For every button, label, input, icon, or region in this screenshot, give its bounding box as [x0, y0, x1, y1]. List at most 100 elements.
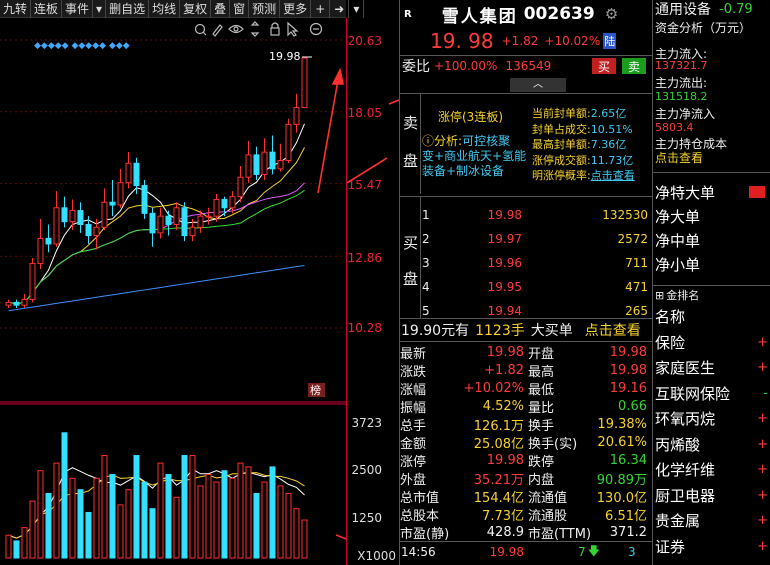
analysis-concept[interactable]: 可控核聚: [462, 134, 510, 148]
cost-link[interactable]: 点击查看: [655, 149, 703, 166]
candle: [101, 201, 108, 228]
kline-chart[interactable]: ◆◆◆◆◆ ◆◆◆◆◆ ◆◆◆ 19.98 榜: [0, 18, 371, 565]
toolbar-item-adjust[interactable]: 复权: [180, 0, 212, 18]
quote-value: 130.0亿: [596, 490, 647, 506]
concept-name: 互联网保险: [655, 384, 731, 403]
toolbar-item-event[interactable]: 事件: [62, 0, 94, 18]
cursor-icon[interactable]: [287, 21, 299, 37]
quote-label: 市盈(TTM): [528, 526, 592, 542]
concept-row[interactable]: 厨卫电器 +: [653, 483, 770, 509]
concept-row[interactable]: 保险 +: [653, 330, 770, 356]
quote-value: 16.34: [609, 452, 647, 468]
volume-bar: [61, 432, 68, 559]
concept-row[interactable]: 证券 +: [653, 534, 770, 560]
toolbar-item-ma[interactable]: 均线: [149, 0, 181, 18]
concept-row[interactable]: 名称: [653, 304, 770, 330]
chevron-down-icon[interactable]: ▾: [349, 0, 365, 18]
analysis-concept-3[interactable]: 装备+制冰设备: [422, 164, 504, 178]
probability-link[interactable]: 点击查看: [591, 169, 635, 182]
volume-bar: [165, 474, 172, 559]
volume-bar: [93, 477, 100, 559]
remove-icon[interactable]: [309, 22, 323, 36]
toolbar-item-more[interactable]: 更多: [280, 0, 312, 18]
quote-label: 金额: [400, 436, 427, 452]
concept-row[interactable]: 家庭医生 +: [653, 355, 770, 381]
concept-row[interactable]: 化学纤维 +: [653, 457, 770, 483]
big-order-link[interactable]: 点击查看: [585, 320, 641, 340]
big-order-price: 19.90元有: [401, 323, 470, 339]
quote-label: 跌停: [528, 454, 555, 470]
quote-value: 19.98: [486, 452, 524, 468]
quote-value: 4.52%: [482, 398, 524, 414]
concept-row[interactable]: 丙烯酸 +: [653, 432, 770, 458]
pencil-icon[interactable]: [212, 24, 223, 37]
volume-bar: [189, 455, 196, 559]
analysis-concept-2[interactable]: 变+商业航天+氢能: [422, 149, 526, 163]
volume-ma10-line: [8, 472, 305, 539]
tick-count: 3: [627, 545, 636, 559]
tick-row: 14:56 19.98 7 🡇 3: [401, 544, 651, 560]
concept-row[interactable]: 互联网保险 -: [653, 381, 770, 407]
candle: [205, 215, 212, 218]
down-arrow-icon: 🡇: [587, 543, 600, 558]
volume-bar: [293, 508, 300, 559]
concept-row[interactable]: 贵金属 +: [653, 508, 770, 534]
volume-bar: [245, 466, 252, 559]
candle: [181, 207, 188, 237]
eye-icon[interactable]: [228, 24, 244, 34]
volume-bar: [117, 504, 124, 559]
concept-change-sign: +: [757, 513, 768, 529]
concept-change-sign: +: [757, 462, 768, 478]
volume-bar: [173, 496, 180, 559]
quote-label: 涨跌: [400, 364, 427, 380]
net-m-order: 净中单: [655, 232, 701, 250]
quote-value: 126.1万: [473, 418, 524, 434]
net-s-order: 净小单: [655, 256, 701, 274]
volume-bar: [229, 477, 236, 559]
buy-button[interactable]: 买: [592, 58, 616, 74]
quote-value: 19.38%: [597, 416, 647, 432]
chevron-down-icon[interactable]: ▾: [93, 0, 107, 18]
candle: [133, 162, 140, 187]
toolbar-item-remove-watchlist[interactable]: 删自选: [106, 0, 150, 18]
toolbar-item-lianban[interactable]: 连板: [31, 0, 63, 18]
toolbar-item-overlay[interactable]: 叠: [211, 0, 231, 18]
concept-row[interactable]: 环氧丙烷 +: [653, 406, 770, 432]
zoom-in-icon[interactable]: [194, 23, 207, 36]
bid-row: 2 19.97 2572: [422, 232, 648, 246]
sector-title[interactable]: 通用设备: [655, 0, 711, 19]
candle: [93, 226, 100, 237]
sell-button[interactable]: 卖: [622, 58, 646, 74]
bid-row: 1 19.98 132530: [422, 208, 648, 222]
quote-row: 涨停 19.98 跌停 16.34: [400, 451, 653, 470]
tick-volume: 7: [577, 545, 586, 559]
r-badge: R: [404, 8, 412, 20]
lock-icon[interactable]: [270, 22, 280, 36]
quote-row: 总手 126.1万 换手 19.38%: [400, 415, 653, 434]
stat-value: 2.65亿: [590, 107, 627, 120]
toolbar-item-window[interactable]: 窗: [230, 0, 250, 18]
candle: [253, 154, 260, 175]
toolbar-item-forecast[interactable]: 预测: [249, 0, 281, 18]
volume-bar: [29, 500, 36, 559]
quote-value: 19.98: [486, 344, 524, 360]
inflow-value: 137321.7: [655, 59, 708, 72]
settings-icon[interactable]: ⚙: [605, 5, 618, 23]
sort-icon[interactable]: [250, 21, 260, 37]
quote-value: 20.61%: [597, 434, 647, 450]
exchange-badge: 陆: [603, 33, 617, 49]
candle: [69, 210, 76, 223]
candle: [77, 210, 84, 225]
candle: [245, 154, 252, 178]
collapse-toggle[interactable]: ︿: [510, 78, 566, 92]
kline-chart-area[interactable]: ◆◆◆◆◆ ◆◆◆◆◆ ◆◆◆ 19.98 榜: [0, 18, 371, 565]
next-arrow-icon[interactable]: ➜: [330, 0, 350, 18]
current-price-tag: 19.98: [269, 50, 301, 63]
candle: [13, 301, 20, 306]
big-order-label: 大买单: [530, 323, 573, 339]
add-icon[interactable]: +: [311, 0, 331, 18]
toolbar-item-jiuzhuan[interactable]: 九转: [0, 0, 32, 18]
quote-value: 90.89万: [596, 472, 647, 488]
big-order-amount: 1123手: [475, 323, 525, 339]
volume-bar: [85, 511, 92, 559]
